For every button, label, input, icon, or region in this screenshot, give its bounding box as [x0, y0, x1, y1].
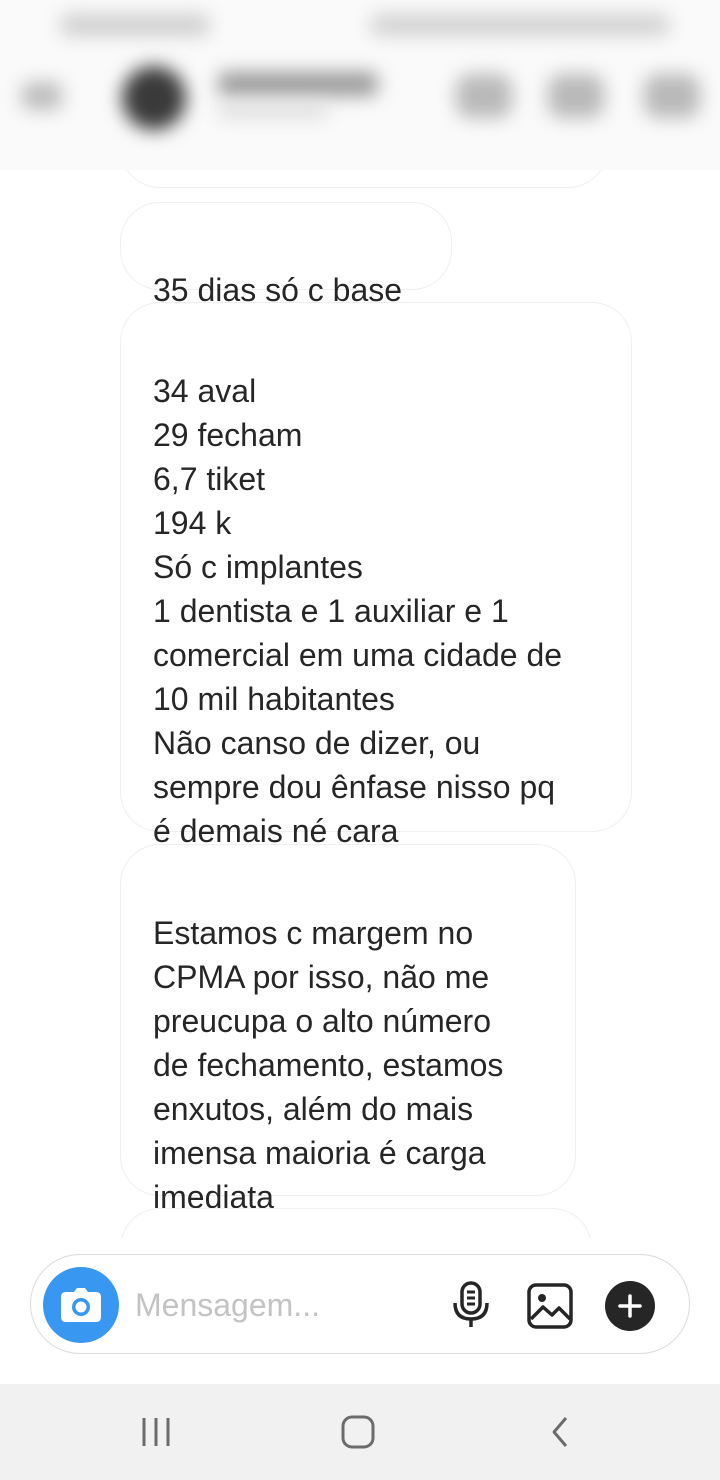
- camera-icon: [61, 1288, 101, 1322]
- message-composer: Mensagem...: [30, 1254, 690, 1354]
- message-input[interactable]: Mensagem...: [135, 1285, 320, 1325]
- video-call-icon[interactable]: [548, 74, 604, 118]
- image-icon: [527, 1283, 573, 1329]
- recent-apps-icon: [142, 1418, 170, 1446]
- message-bubble[interactable]: 34 aval 29 fecham 6,7 tiket 194 k Só c i…: [120, 302, 632, 849]
- message-text: Estamos c margem no CPMA por isso, não m…: [153, 915, 504, 1215]
- home-button[interactable]: [336, 1412, 380, 1452]
- gallery-button[interactable]: [527, 1283, 573, 1329]
- status-bar-right-blurred: [370, 14, 670, 36]
- recent-apps-button[interactable]: [135, 1412, 179, 1452]
- message-bubble[interactable]: 35 dias só c base: [120, 202, 452, 308]
- message-bubble[interactable]: [120, 1208, 592, 1238]
- avatar[interactable]: [122, 66, 186, 130]
- microphone-icon: [453, 1281, 489, 1327]
- message-bubble[interactable]: Estamos c margem no CPMA por isso, não m…: [120, 844, 576, 1215]
- contact-name-blurred[interactable]: [218, 72, 378, 96]
- contact-status-blurred: [218, 104, 328, 118]
- plus-icon: [618, 1294, 642, 1318]
- back-button[interactable]: [538, 1412, 582, 1452]
- info-icon[interactable]: [644, 74, 700, 118]
- back-arrow-icon[interactable]: [22, 82, 62, 110]
- camera-button[interactable]: [43, 1267, 119, 1343]
- more-options-button[interactable]: [605, 1281, 655, 1331]
- message-text: 34 aval 29 fecham 6,7 tiket 194 k Só c i…: [153, 373, 563, 849]
- home-icon: [341, 1415, 375, 1449]
- chat-header: [0, 0, 720, 170]
- system-navigation-bar: [0, 1384, 720, 1480]
- status-bar-left-blurred: [60, 14, 210, 36]
- call-icon[interactable]: [456, 74, 512, 118]
- message-thread[interactable]: 35 dias só c base 34 aval 29 fecham 6,7 …: [0, 170, 720, 1238]
- message-bubble[interactable]: [120, 170, 608, 188]
- voice-message-button[interactable]: [449, 1281, 493, 1329]
- back-icon: [552, 1417, 568, 1447]
